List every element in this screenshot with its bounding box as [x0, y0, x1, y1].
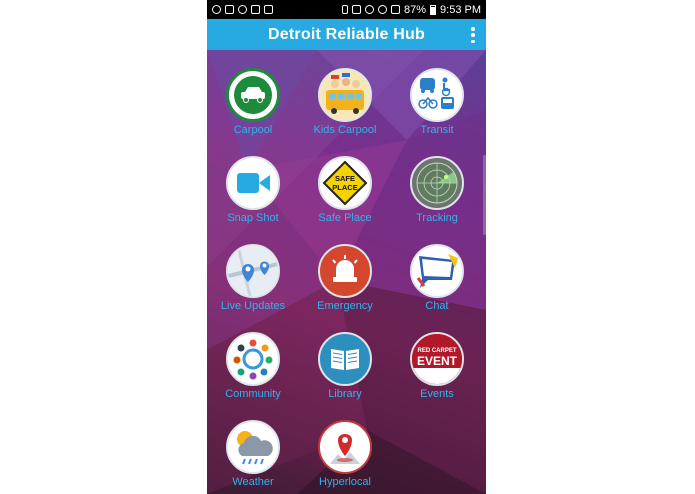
- community-people-icon: [233, 339, 273, 380]
- tile-tracking[interactable]: Tracking: [391, 156, 483, 240]
- radar-icon: [416, 162, 458, 204]
- wifi-calling-icon: [212, 5, 221, 14]
- tile-label: Emergency: [317, 300, 373, 312]
- tile-label: Tracking: [416, 212, 458, 224]
- alarm-icon: [365, 5, 374, 14]
- mail-notification-icon: [251, 5, 260, 14]
- tile-snap-shot[interactable]: Snap Shot: [207, 156, 299, 240]
- chat-bubble-icon: [416, 254, 458, 288]
- school-bus-kids-icon: [320, 70, 370, 120]
- tile-chat[interactable]: Chat: [391, 244, 483, 328]
- tile-weather[interactable]: Weather: [207, 420, 299, 494]
- transit-icon: [418, 77, 454, 109]
- tile-label: Community: [225, 388, 281, 400]
- tile-label: Carpool: [233, 124, 273, 136]
- status-right-icons: 87% 9:53 PM: [342, 4, 481, 16]
- overflow-menu-icon[interactable]: [469, 25, 477, 45]
- weather-cloud-icon: [237, 431, 273, 465]
- status-time: 9:53 PM: [440, 3, 481, 16]
- tile-label: Events: [420, 388, 454, 400]
- video-camera-icon: [237, 173, 270, 193]
- wifi-icon: [378, 5, 387, 14]
- tile-live-updates[interactable]: Live Updates: [207, 244, 299, 328]
- tile-library[interactable]: Library: [299, 332, 391, 416]
- book-icon: [323, 337, 367, 381]
- battery-percent: 87%: [404, 3, 427, 16]
- location-pin-icon: [330, 434, 360, 464]
- tile-label: Transit: [420, 124, 454, 136]
- safe-place-sign-icon: SAFE PLACE: [322, 160, 368, 206]
- svg-text:EVENT: EVENT: [417, 354, 458, 368]
- car-icon: [234, 76, 272, 114]
- tile-transit[interactable]: Transit: [391, 68, 483, 152]
- red-carpet-event-icon: RED CARPET EVENT: [412, 334, 462, 384]
- status-left-icons: [212, 5, 273, 14]
- tile-label: Weather: [232, 476, 274, 488]
- tile-hyperlocal[interactable]: Hyperlocal: [299, 420, 391, 494]
- svg-text:PLACE: PLACE: [332, 183, 357, 192]
- tile-label: Live Updates: [220, 300, 286, 312]
- image-notification-icon: [225, 5, 234, 14]
- tile-community[interactable]: Community: [207, 332, 299, 416]
- battery-icon: [430, 4, 437, 15]
- home-grid: Carpool Kids Carpool Transit Snap Shot S…: [207, 50, 486, 494]
- tile-label: Snap Shot: [227, 212, 279, 224]
- signal-icon: [391, 5, 400, 14]
- tile-label: Chat: [425, 300, 449, 312]
- mute-icon: [352, 5, 361, 14]
- tile-carpool[interactable]: Carpool: [207, 68, 299, 152]
- phone-screen: 87% 9:53 PM Detroit Reliable Hub Carpool…: [207, 0, 486, 494]
- tile-safe-place[interactable]: SAFE PLACE Safe Place: [299, 156, 391, 240]
- tile-emergency[interactable]: Emergency: [299, 244, 391, 328]
- tile-label: Safe Place: [318, 212, 372, 224]
- youtube-icon: [264, 5, 273, 14]
- svg-text:SAFE: SAFE: [335, 174, 355, 183]
- bluetooth-icon: [342, 5, 348, 14]
- status-bar: 87% 9:53 PM: [207, 0, 486, 19]
- tile-label: Hyperlocal: [319, 476, 371, 488]
- globe-icon: [238, 5, 247, 14]
- tile-label: Library: [328, 388, 362, 400]
- tile-label: Kids Carpool: [313, 124, 377, 136]
- map-pin-icon: [228, 246, 278, 296]
- tile-kids-carpool[interactable]: Kids Carpool: [299, 68, 391, 152]
- app-title: Detroit Reliable Hub: [268, 25, 425, 43]
- scroll-edge: [483, 155, 486, 235]
- app-bar: Detroit Reliable Hub: [207, 19, 486, 50]
- tile-events[interactable]: RED CARPET EVENT Events: [391, 332, 483, 416]
- siren-icon: [323, 249, 367, 293]
